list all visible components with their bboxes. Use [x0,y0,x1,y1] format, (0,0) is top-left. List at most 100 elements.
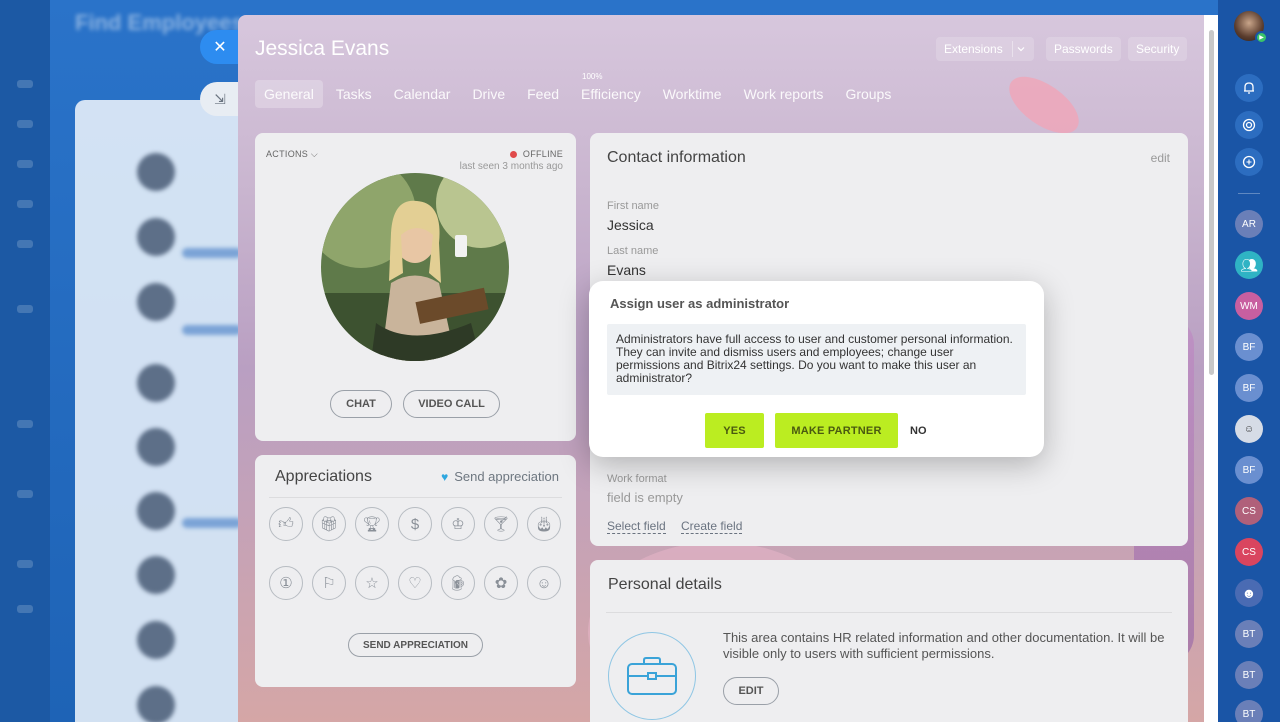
tab-tasks[interactable]: Tasks [327,80,381,108]
tab-groups[interactable]: Groups [836,80,900,108]
background-avatar [137,153,175,191]
flower-icon[interactable]: ✿ [484,566,518,600]
last-seen: last seen 3 months ago [459,161,563,172]
chat-sync-icon[interactable] [1235,148,1263,176]
contact-avatar-photo[interactable]: ☺ [1235,415,1263,443]
tab-drive[interactable]: Drive [463,80,514,108]
right-sidebar [1218,0,1280,722]
tab-calendar[interactable]: Calendar [385,80,460,108]
video-call-button[interactable]: VIDEO CALL [403,390,500,418]
current-user-avatar[interactable]: ▶ [1234,11,1268,44]
rail-item [17,240,33,248]
rail-item [17,560,33,568]
tab-general[interactable]: General [255,80,323,108]
contact-edit-link[interactable]: edit [1151,151,1170,165]
security-button[interactable]: Security [1128,37,1188,61]
make-partner-button[interactable]: MAKE PARTNER [775,413,898,448]
contact-avatar[interactable]: BF [1235,374,1263,402]
create-field-link[interactable]: Create field [681,519,743,534]
number-one-icon[interactable]: ① [269,566,303,600]
tab-efficiency[interactable]: 100% Efficiency [572,72,650,108]
tab-label: Efficiency [581,86,641,102]
smile-icon[interactable]: ☺ [527,566,561,600]
send-appreciation-button[interactable]: SEND APPRECIATION [348,633,483,657]
rail-item [17,120,33,128]
background-avatar [137,283,175,321]
background-avatar [137,621,175,659]
background-left-rail [0,0,50,722]
contact-avatar[interactable]: BT [1235,620,1263,648]
minimize-slider-button[interactable]: ⇲ [200,82,240,116]
personal-title: Personal details [608,576,722,593]
heart-icon[interactable]: ♡ [398,566,432,600]
money-bag-icon[interactable]: $ [398,507,432,541]
extensions-label: Extensions [944,42,1003,56]
first-name-label: First name [607,200,659,212]
contact-avatar[interactable]: AR [1235,210,1263,238]
chevron-down-icon: ⌵ [310,149,319,159]
select-field-link[interactable]: Select field [607,519,666,534]
tab-worktime[interactable]: Worktime [654,80,731,108]
beer-icon[interactable]: 🍺︎ [441,566,475,600]
actions-menu[interactable]: ACTIONS ⌵ [266,149,318,160]
personal-description: This area contains HR related informatio… [723,630,1165,661]
group-chat-icon[interactable]: 👥︎ [1235,251,1263,279]
flag-icon[interactable]: ⚐ [312,566,346,600]
tab-work-reports[interactable]: Work reports [735,80,833,108]
contact-avatar[interactable]: BT [1235,700,1263,722]
chat-button[interactable]: CHAT [330,390,392,418]
contact-avatar[interactable]: BF [1235,456,1263,484]
tab-feed[interactable]: Feed [518,80,568,108]
notifications-bell-icon[interactable] [1235,74,1263,102]
efficiency-badge: 100% [582,72,603,81]
rail-item [17,420,33,428]
chevron-down-icon [1017,47,1025,52]
offline-dot-icon [509,150,517,158]
background-bar [182,518,242,528]
online-status-icon: ▶ [1255,31,1268,44]
contact-avatar[interactable]: BT [1235,661,1263,689]
trophy-icon[interactable]: 🏆︎ [355,507,389,541]
avatar[interactable] [321,173,509,361]
minimize-icon: ⇲ [214,90,226,107]
dialog-title: Assign user as administrator [610,296,790,311]
status-badge: OFFLINE [509,149,563,159]
personal-edit-button[interactable]: EDIT [723,677,779,705]
background-bar [182,248,242,258]
contact-avatar-photo[interactable]: ☻ [1235,579,1263,607]
extensions-button[interactable]: Extensions [936,37,1034,61]
work-format-label: Work format [607,473,667,485]
avatar-photo-image [321,173,509,361]
background-avatar [137,218,175,256]
thumbs-up-icon[interactable]: 👍︎ [269,507,303,541]
cocktail-icon[interactable]: 🍸︎ [484,507,518,541]
rail-item [17,305,33,313]
no-button[interactable]: NO [910,425,927,437]
appreciations-title: Appreciations [275,468,372,485]
close-slider-button[interactable]: ✕ [200,30,240,64]
divider [1238,193,1260,194]
briefcase-icon [608,632,696,720]
passwords-button[interactable]: Passwords [1046,37,1121,61]
contact-avatar[interactable]: WM [1235,292,1263,320]
background-avatar [137,364,175,402]
contact-avatar[interactable]: CS [1235,538,1263,566]
first-name-value: Jessica [607,217,654,233]
gift-icon[interactable]: 🎁︎ [312,507,346,541]
actions-label: ACTIONS [266,149,309,159]
page-title: Jessica Evans [255,37,390,60]
heart-icon: ♥ [441,469,449,484]
rail-item [17,160,33,168]
close-icon: ✕ [213,39,227,56]
contact-avatar[interactable]: BF [1235,333,1263,361]
scrollbar-thumb[interactable] [1209,30,1214,375]
star-icon[interactable]: ☆ [355,566,389,600]
cake-icon[interactable]: 🎂︎ [527,507,561,541]
contact-avatar[interactable]: CS [1235,497,1263,525]
background-bar [182,325,242,335]
contact-title: Contact information [607,149,746,166]
crown-icon[interactable]: ♔ [441,507,475,541]
yes-button[interactable]: YES [705,413,764,448]
send-appreciation-link[interactable]: ♥ Send appreciation [441,469,559,484]
copilot-icon[interactable] [1235,111,1263,139]
